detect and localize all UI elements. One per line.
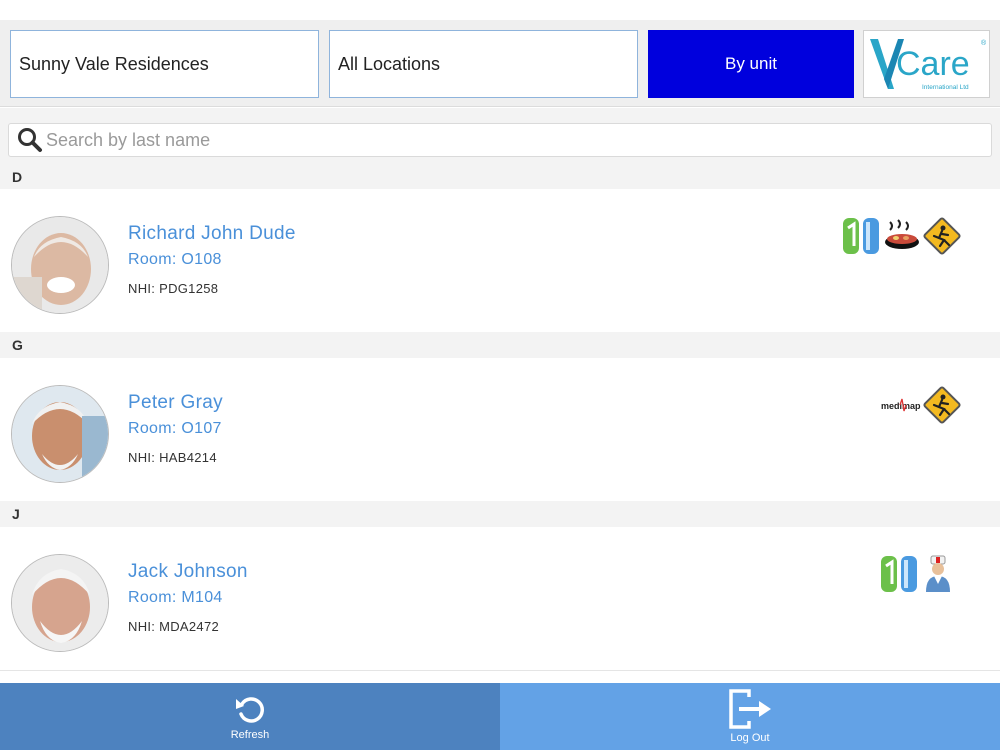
green-blue-bars-icon [881, 556, 917, 592]
logout-icon [729, 689, 771, 729]
search-input[interactable] [46, 129, 946, 151]
resident-alert-icons: medimap [880, 383, 962, 427]
logout-button[interactable]: Log Out [500, 683, 1000, 750]
section-header-d: D [0, 164, 1000, 190]
resident-room: Room: O108 [128, 251, 222, 268]
resident-name[interactable]: Jack Johnson [128, 561, 248, 583]
status-bar [0, 0, 1000, 20]
header: Sunny Vale Residences All Locations By u… [0, 20, 1000, 107]
footer-toolbar: Refresh Log Out [0, 683, 1000, 750]
refresh-button[interactable]: Refresh [0, 683, 500, 750]
refresh-label: Refresh [230, 729, 270, 741]
search-icon [18, 128, 42, 152]
fall-risk-warning-icon [923, 217, 961, 255]
medimap-icon: medimap [881, 398, 921, 412]
search-box[interactable] [8, 123, 992, 157]
vcare-logo: Care ® International Ltd [863, 30, 990, 98]
facility-selector[interactable]: Sunny Vale Residences [10, 30, 319, 98]
resident-nhi: NHI: HAB4214 [128, 450, 217, 465]
logout-label: Log Out [730, 732, 770, 744]
resident-row[interactable]: Richard John Dude Room: O108 NHI: PDG125… [0, 189, 1000, 332]
resident-photo [11, 385, 109, 483]
resident-alert-icons [880, 552, 956, 596]
resident-photo [11, 216, 109, 314]
search-bar [0, 108, 1000, 164]
resident-room: Room: O107 [128, 420, 222, 437]
by-unit-button[interactable]: By unit [648, 30, 854, 98]
list-divider [0, 670, 1000, 671]
location-selector[interactable]: All Locations [329, 30, 638, 98]
resident-room: Room: M104 [128, 589, 223, 606]
svg-text:International Ltd: International Ltd [922, 84, 969, 91]
resident-name[interactable]: Richard John Dude [128, 223, 296, 245]
refresh-icon [236, 697, 264, 723]
resident-row[interactable]: Peter Gray Room: O107 NHI: HAB4214 medim… [0, 358, 1000, 501]
resident-photo [11, 554, 109, 652]
resident-name[interactable]: Peter Gray [128, 392, 223, 414]
green-blue-bars-icon [843, 218, 879, 254]
svg-text:®: ® [981, 39, 987, 47]
resident-nhi: NHI: MDA2472 [128, 619, 220, 634]
resident-nhi: NHI: PDG1258 [128, 281, 219, 296]
meal-bowl-icon [885, 219, 919, 249]
section-header-g: G [0, 332, 1000, 358]
svg-text:Care: Care [896, 45, 970, 83]
nurse-icon [926, 555, 950, 592]
section-header-j: J [0, 501, 1000, 527]
resident-row[interactable]: Jack Johnson Room: M104 NHI: MDA2472 [0, 527, 1000, 670]
resident-alert-icons [842, 214, 962, 258]
fall-risk-warning-icon [923, 386, 961, 424]
